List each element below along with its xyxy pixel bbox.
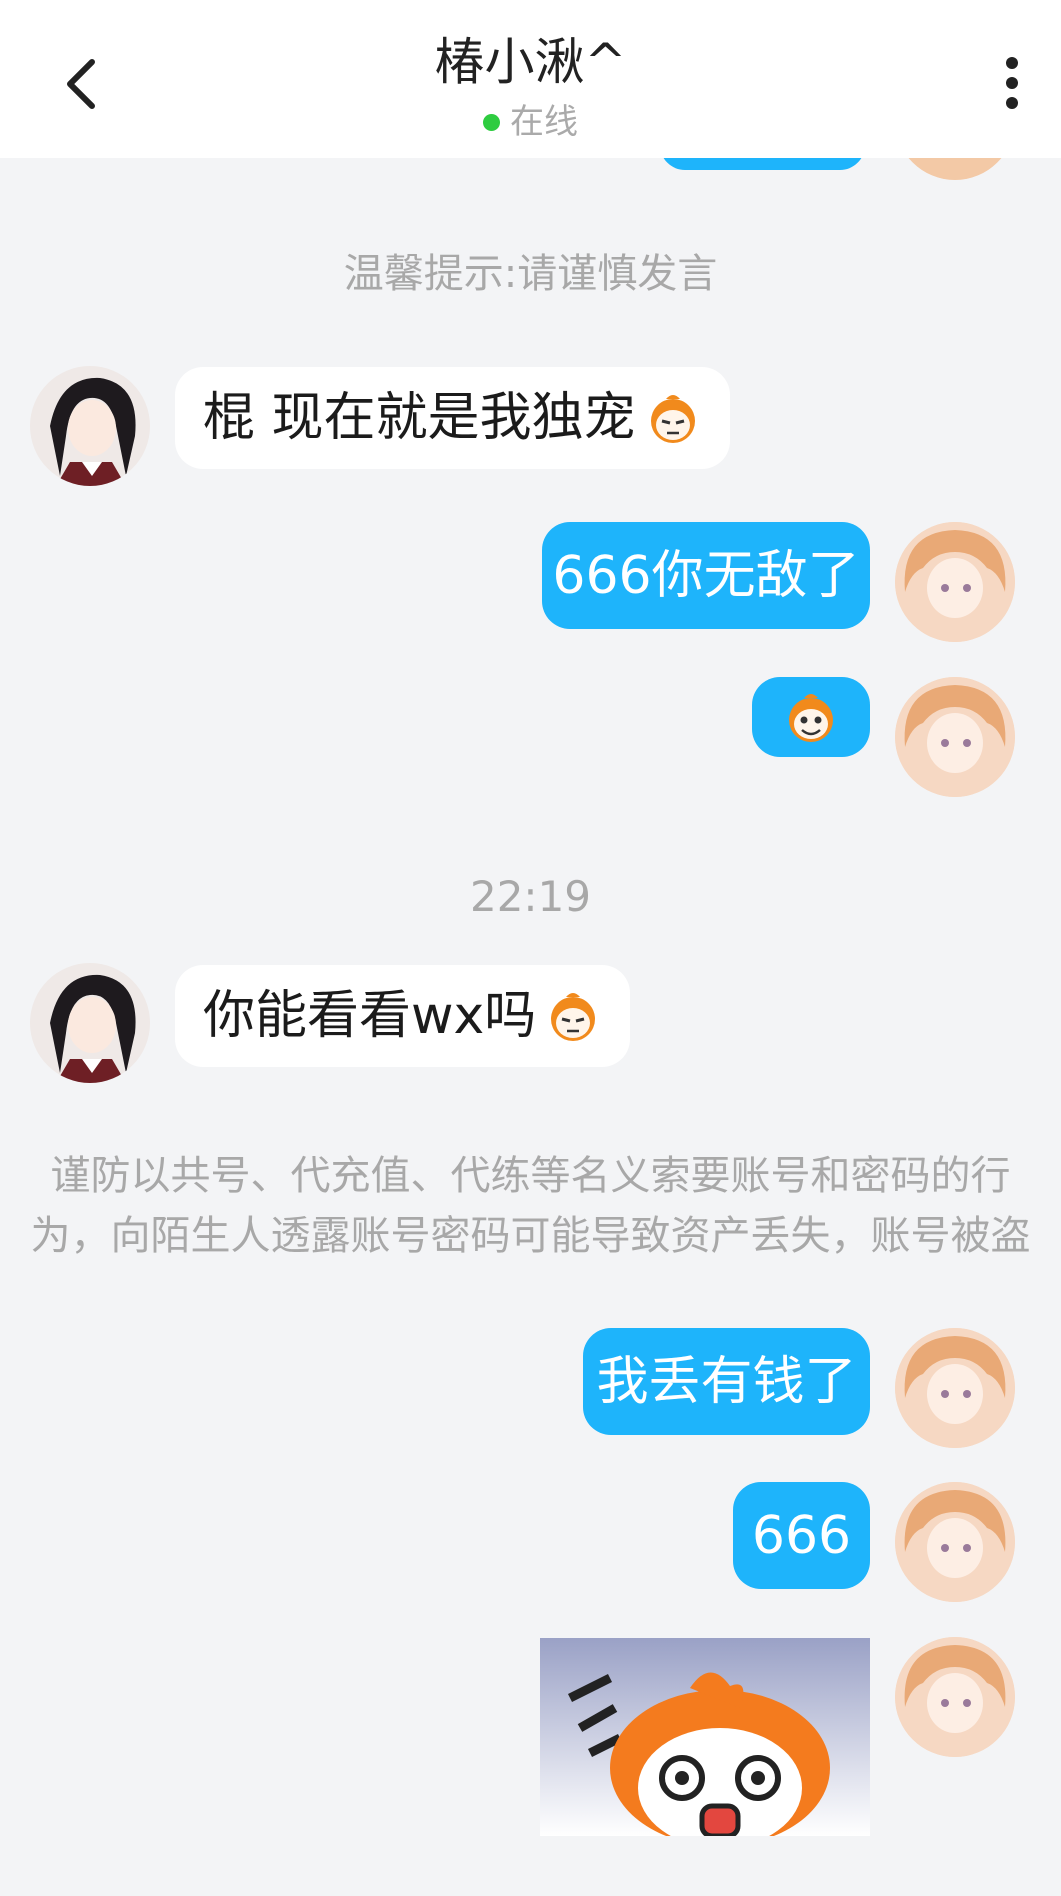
avatar-me[interactable]	[895, 1637, 1015, 1757]
message-bubble-outgoing[interactable]: 666你无敌了	[542, 522, 870, 629]
message-text: 棍 现在就是我独宠	[203, 388, 636, 448]
message-bubble-outgoing[interactable]	[752, 677, 870, 757]
online-dot-icon	[483, 113, 500, 131]
message-bubble-outgoing[interactable]: 我丢有钱了	[583, 1328, 870, 1435]
online-status-label: 在线	[510, 102, 578, 142]
monkey-sideeye-emoji	[644, 389, 702, 447]
message-text: 666	[751, 1505, 852, 1566]
message-bubble-incoming[interactable]: 棍 现在就是我独宠	[175, 367, 730, 469]
message-text: 我丢有钱了	[596, 1351, 857, 1412]
avatar-peer[interactable]	[30, 963, 150, 1083]
message-text: 你能看看wx吗	[203, 986, 537, 1046]
monkey-sideeye-emoji	[544, 987, 602, 1045]
chat-header: 椿小湫^ 在线	[0, 0, 1061, 158]
avatar-peer[interactable]	[30, 366, 150, 486]
chat-area: 温馨提示:请谨慎发言 棍 现在就是我独宠 666你无敌了 22:19 你能看看w…	[0, 0, 1061, 1896]
message-text: 666你无敌了	[552, 545, 860, 606]
timestamp: 22:19	[469, 872, 592, 921]
avatar-me[interactable]	[895, 1328, 1015, 1448]
avatar-me[interactable]	[895, 677, 1015, 797]
shocked-monkey-sticker[interactable]	[540, 1638, 870, 1836]
fraud-warning-line: 谨防以共号、代充值、代练等名义索要账号和密码的行	[50, 1153, 1011, 1199]
message-bubble-outgoing[interactable]: 666	[733, 1482, 870, 1589]
monkey-grin-emoji	[782, 688, 840, 746]
fraud-warning-line: 为，向陌生人透露账号密码可能导致资产丢失，账号被盗	[30, 1213, 1031, 1259]
more-vertical-icon	[1005, 56, 1019, 114]
warm-tip-notice: 温馨提示:请谨慎发言	[343, 251, 718, 297]
avatar-me[interactable]	[895, 522, 1015, 642]
avatar-me[interactable]	[895, 1482, 1015, 1602]
message-bubble-incoming[interactable]: 你能看看wx吗	[175, 965, 631, 1067]
fraud-warning-notice: 谨防以共号、代充值、代练等名义索要账号和密码的行 为，向陌生人透露账号密码可能导…	[0, 1146, 1061, 1266]
online-status: 在线	[0, 100, 1061, 144]
chat-title[interactable]: 椿小湫^	[0, 32, 1061, 92]
more-options-button[interactable]	[987, 50, 1037, 120]
